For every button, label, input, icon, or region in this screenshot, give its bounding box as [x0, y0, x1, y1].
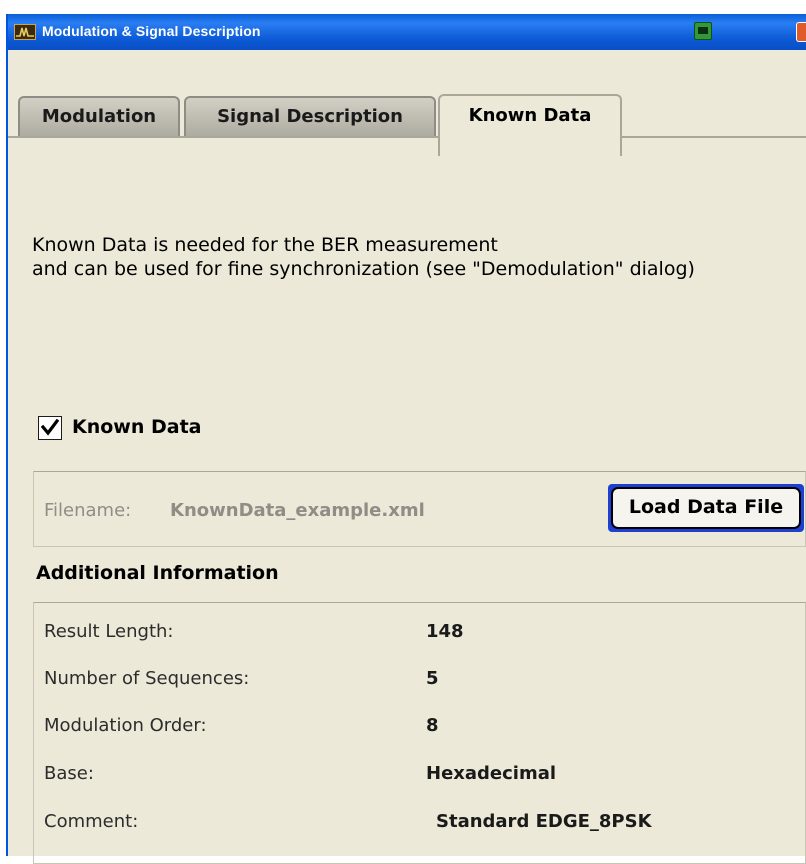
- info-value: 148: [426, 621, 464, 642]
- check-icon: [41, 419, 59, 436]
- info-row-result-length: Result Length: 148: [34, 613, 805, 653]
- info-row-comment: Comment: Standard EDGE_8PSK: [34, 803, 805, 843]
- tab-signal-description[interactable]: Signal Description: [184, 96, 436, 136]
- tab-strip: Modulation Signal Description Known Data: [8, 50, 806, 156]
- info-row-base: Base: Hexadecimal: [34, 755, 805, 795]
- tab-known-data[interactable]: Known Data: [438, 94, 622, 156]
- info-value: 8: [426, 715, 439, 736]
- info-label: Number of Sequences:: [44, 668, 250, 689]
- info-value: Hexadecimal: [426, 763, 557, 784]
- waveform-app-icon: [14, 24, 36, 40]
- info-value: 5: [426, 668, 439, 689]
- title-bar[interactable]: Modulation & Signal Description: [8, 14, 806, 50]
- info-label: Result Length:: [44, 621, 174, 642]
- info-row-number-of-sequences: Number of Sequences: 5: [34, 660, 805, 700]
- known-data-checkbox-label: Known Data: [72, 416, 202, 438]
- info-label: Modulation Order:: [44, 715, 207, 736]
- additional-information-group: Result Length: 148 Number of Sequences: …: [33, 602, 806, 864]
- description-text: Known Data is needed for the BER measure…: [32, 233, 695, 281]
- info-label: Base:: [44, 763, 94, 784]
- info-value: Standard EDGE_8PSK: [436, 811, 652, 832]
- load-data-file-button[interactable]: Load Data File: [608, 484, 804, 532]
- description-line-1: Known Data is needed for the BER measure…: [32, 234, 498, 256]
- file-group: Filename: KnownData_example.xml Load Dat…: [33, 471, 806, 547]
- known-data-checkbox[interactable]: [38, 416, 62, 440]
- filename-label: Filename:: [44, 500, 132, 521]
- info-row-modulation-order: Modulation Order: 8: [34, 707, 805, 747]
- close-icon[interactable]: [796, 22, 806, 42]
- printer-icon[interactable]: [694, 22, 712, 40]
- additional-information-heading: Additional Information: [36, 562, 279, 584]
- description-line-2: and can be used for fine synchronization…: [32, 258, 695, 280]
- filename-value: KnownData_example.xml: [170, 500, 425, 521]
- tab-divider: [8, 136, 806, 138]
- dialog-window: Modulation & Signal Description Modulati…: [6, 14, 806, 864]
- window-title: Modulation & Signal Description: [42, 23, 261, 39]
- info-label: Comment:: [44, 811, 139, 832]
- load-data-file-button-label: Load Data File: [611, 487, 801, 529]
- tab-modulation[interactable]: Modulation: [18, 96, 180, 136]
